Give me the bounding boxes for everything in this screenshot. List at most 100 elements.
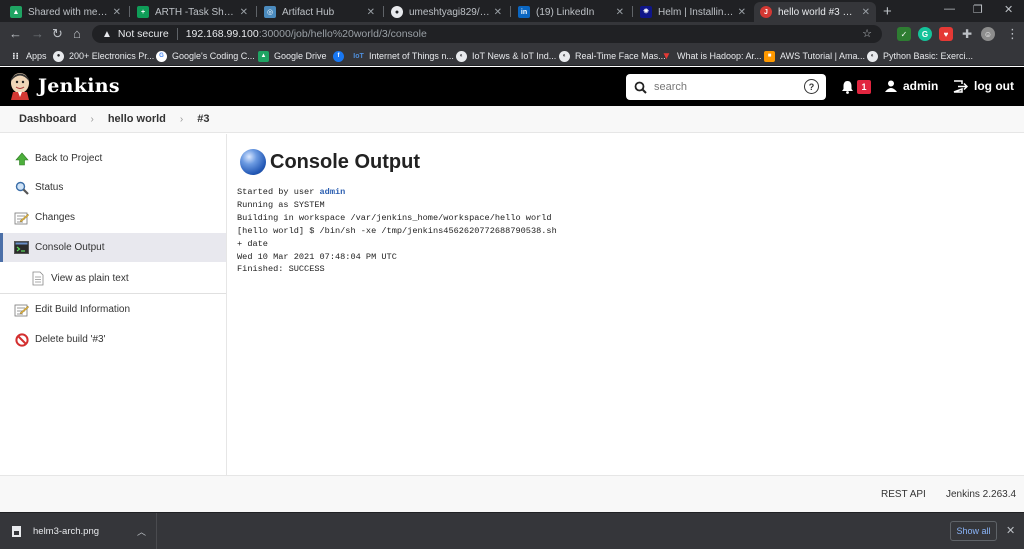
notepad-pencil-icon [14, 302, 29, 317]
helm-icon: ⎈ [640, 6, 652, 18]
google-sheets-icon: + [137, 6, 149, 18]
task-console-output[interactable]: Console Output [0, 233, 226, 262]
address-bar[interactable]: ▲ Not secure 192.168.99.100:30000/job/he… [92, 25, 882, 43]
browser-tab[interactable]: ● umeshtyagi829/helm-... ✕ [385, 2, 508, 22]
browser-tab-active[interactable]: J hello world #3 Console Output ✕ [754, 2, 876, 22]
search-input[interactable] [654, 81, 794, 93]
close-icon[interactable]: ✕ [1006, 524, 1015, 537]
bell-icon[interactable] [841, 80, 854, 94]
browser-tab[interactable]: ⎈ Helm | Installing Helm ✕ [634, 2, 752, 22]
bookmark-star-icon[interactable]: ☆ [862, 27, 872, 40]
home-icon[interactable]: ⌂ [73, 26, 81, 42]
close-icon[interactable]: ✕ [862, 7, 870, 18]
new-tab-icon[interactable]: + [883, 3, 892, 20]
task-back-to-project[interactable]: Back to Project [0, 144, 226, 173]
bookmark-item[interactable]: ■ AWS Tutorial | Ama... [764, 49, 865, 63]
console-output: Started by user admin Running as SYSTEM … [237, 186, 557, 276]
chevron-right-icon[interactable]: › [90, 114, 93, 125]
close-icon[interactable]: ✕ [367, 7, 375, 18]
console-line: Finished: SUCCESS [237, 264, 325, 275]
magnifier-icon [14, 180, 29, 195]
pocket-icon[interactable]: ♥ [939, 27, 953, 41]
close-icon[interactable]: ✕ [738, 7, 746, 18]
globe-icon: ◐ [456, 50, 467, 62]
user-icon [885, 80, 897, 92]
bookmark-item[interactable]: ◐ Real-Time Face Mas... [559, 49, 666, 63]
close-icon[interactable]: ✕ [240, 7, 248, 18]
restore-icon[interactable]: ❐ [973, 3, 983, 16]
divider [0, 293, 226, 294]
reload-icon[interactable]: ↻ [52, 26, 63, 42]
menu-kebab-icon[interactable]: ⋮ [1006, 26, 1019, 42]
search-box[interactable]: ? [626, 74, 826, 100]
minimize-icon[interactable]: — [944, 3, 955, 15]
bookmark-item[interactable]: IoT Internet of Things n... [353, 49, 454, 63]
grammarly-icon[interactable]: G [918, 27, 932, 41]
bookmark-item[interactable]: G Google's Coding C... [156, 49, 255, 63]
breadcrumb-build[interactable]: #3 [197, 113, 209, 125]
breadcrumb-dashboard[interactable]: Dashboard [19, 113, 76, 125]
notepad-icon [14, 210, 29, 225]
terminal-icon [14, 240, 29, 255]
task-status[interactable]: Status [0, 173, 226, 202]
artifact-hub-icon: ◎ [264, 6, 276, 18]
browser-tab-strip: ▲ Shared with me - Google Drive ✕ + ARTH… [0, 0, 1024, 22]
console-user-link[interactable]: admin [320, 187, 346, 197]
forward-arrow-icon[interactable]: → [31, 26, 44, 42]
jenkins-brand[interactable]: Jenkins [38, 75, 120, 97]
task-edit-build-information[interactable]: Edit Build Information [0, 295, 226, 324]
close-icon[interactable]: ✕ [113, 7, 121, 18]
page-footer: REST API Jenkins 2.263.4 [0, 475, 1024, 512]
chevron-right-icon[interactable]: › [180, 114, 183, 125]
shield-extension-icon[interactable]: ✓ [897, 27, 911, 41]
side-panel: Back to Project Status Changes Console O… [0, 134, 227, 475]
google-drive-icon: ▲ [10, 6, 22, 18]
bookmark-item[interactable]: ◐ IoT News & IoT Ind... [456, 49, 556, 63]
bookmark-item[interactable]: ◐ Python Basic: Exerci... [867, 49, 973, 63]
bookmark-item[interactable]: ▼ What is Hadoop: Ar... [661, 49, 762, 63]
bookmark-item[interactable]: ● 200+ Electronics Pr... [53, 49, 154, 63]
bookmark-apps[interactable]: ⁝⁝ Apps [10, 49, 46, 63]
rest-api-link[interactable]: REST API [881, 489, 926, 500]
security-label[interactable]: Not secure [118, 28, 169, 40]
close-icon[interactable]: ✕ [494, 7, 502, 18]
page-title: Console Output [270, 150, 420, 173]
close-icon[interactable]: ✕ [616, 7, 624, 18]
warning-icon[interactable]: ▲ [102, 29, 112, 40]
jenkins-header: Jenkins ? 1 admin log out [0, 67, 1024, 106]
notification-badge[interactable]: 1 [857, 80, 871, 94]
window-close-icon[interactable]: ✕ [1004, 3, 1013, 16]
browser-tab[interactable]: + ARTH -Task Sheet - Google Sheets ✕ [131, 2, 254, 22]
download-item[interactable]: helm3-arch.png ︿ [0, 513, 157, 549]
breadcrumb-job[interactable]: hello world [108, 113, 166, 125]
main-panel: Console Output Started by user admin Run… [228, 134, 1024, 475]
logout-link[interactable]: log out [953, 79, 1014, 93]
help-icon[interactable]: ? [804, 79, 819, 94]
jenkins-version-link[interactable]: Jenkins 2.263.4 [946, 489, 1016, 500]
google-drive-icon: ▲ [258, 50, 269, 62]
no-entry-icon [14, 332, 29, 347]
task-delete-build[interactable]: Delete build '#3' [0, 325, 226, 354]
show-all-button[interactable]: Show all [950, 521, 997, 541]
back-arrow-icon[interactable]: ← [9, 26, 22, 42]
globe-icon: ◐ [867, 50, 878, 62]
url-path: :30000/job/hello%20world/3/console [258, 28, 427, 40]
task-changes[interactable]: Changes [0, 203, 226, 232]
electronics-icon: ● [53, 50, 64, 62]
bookmark-item[interactable]: f [333, 49, 349, 63]
profile-avatar-icon[interactable]: ☺ [981, 27, 995, 41]
browser-tab[interactable]: ◎ Artifact Hub ✕ [258, 2, 381, 22]
bookmark-item[interactable]: ▲ Google Drive [258, 49, 327, 63]
browser-toolbar: ← → ↻ ⌂ ▲ Not secure 192.168.99.100:3000… [0, 22, 1024, 46]
task-view-plain-text[interactable]: View as plain text [0, 264, 226, 293]
user-link[interactable]: admin [885, 79, 938, 93]
browser-tab[interactable]: ▲ Shared with me - Google Drive ✕ [4, 2, 127, 22]
logout-icon [953, 79, 968, 93]
breadcrumb: Dashboard › hello world › #3 [0, 106, 1024, 133]
console-line: + date [237, 238, 268, 249]
browser-tab[interactable]: in (19) LinkedIn ✕ [512, 2, 630, 22]
console-line: Running as SYSTEM [237, 199, 325, 210]
extensions-puzzle-icon[interactable]: ✚ [960, 27, 974, 41]
chevron-up-icon[interactable]: ︿ [137, 525, 146, 538]
jenkins-logo-icon[interactable] [9, 72, 31, 100]
